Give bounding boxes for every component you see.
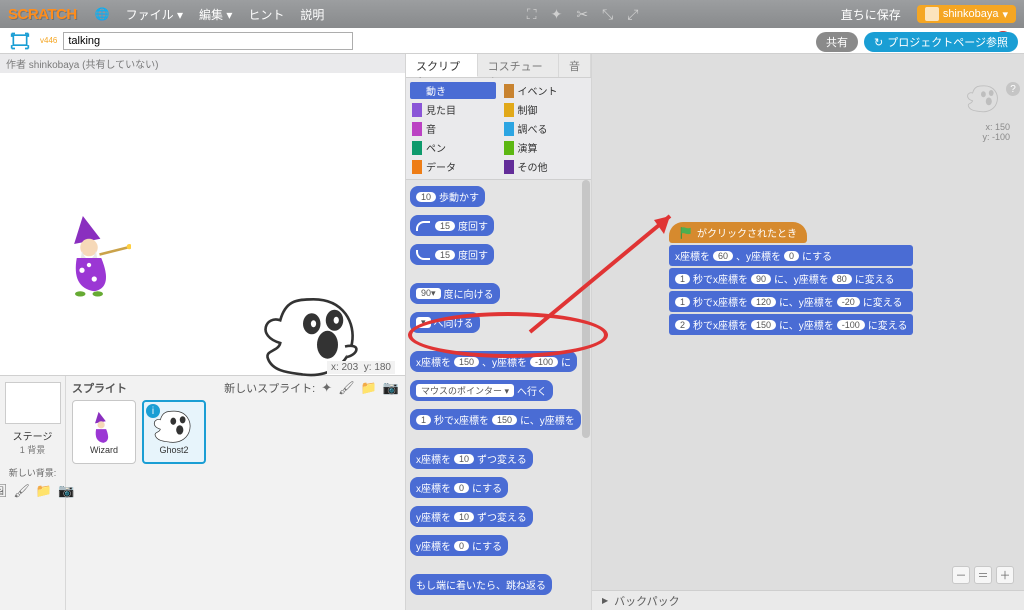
stage[interactable]: x: 203 y: 180 (1, 74, 401, 374)
zoom-controls: － ＝ ＋ (952, 566, 1014, 584)
backpack-bar[interactable]: ▶ バックパック (592, 590, 1024, 610)
hints-menu[interactable]: ヒント (248, 6, 284, 23)
project-title-input[interactable] (63, 32, 353, 50)
sprite-tile-wizard[interactable]: Wizard (72, 400, 136, 464)
palette-scrollbar[interactable] (582, 180, 590, 438)
block-move-steps[interactable]: 10歩動かす (410, 186, 485, 207)
shrink-icon[interactable]: ⤢ (627, 6, 638, 23)
block-point-direction[interactable]: 90▾度に向ける (410, 283, 500, 304)
zoom-reset-button[interactable]: ＝ (974, 566, 992, 584)
tab-scripts[interactable]: スクリプト (406, 54, 478, 77)
block-goto-xy[interactable]: x座標を150 、y座標を-100 に (410, 351, 577, 372)
block-glide[interactable]: 1秒でx座標を 150に、y座標を (410, 409, 581, 430)
stage-label: ステージ (4, 428, 61, 443)
block-set-y[interactable]: y座標を0にする (410, 535, 508, 556)
sprite-camera-icon[interactable]: 📷 (383, 380, 399, 396)
block-change-y[interactable]: y座標を10ずつ変える (410, 506, 533, 527)
wizard-sprite[interactable] (61, 209, 131, 297)
backdrop-upload-icon[interactable]: 📁 (36, 483, 52, 499)
backdrop-library-icon[interactable]: 🖼 (0, 483, 7, 499)
tab-costumes[interactable]: コスチューム (478, 54, 559, 77)
globe-icon[interactable]: 🌐 (95, 7, 110, 21)
save-now[interactable]: 直ちに保存 (841, 6, 901, 23)
author-line: 作者 shinkobaya (共有していない) (0, 54, 405, 73)
sprite-paint-icon[interactable]: 🖌 (338, 380, 355, 396)
cat-sensing[interactable]: 調べる (502, 120, 588, 137)
stage-thumbnail[interactable] (5, 382, 61, 424)
new-backdrop-label: 新しい背景: (4, 466, 61, 479)
backdrop-paint-icon[interactable]: 🖌 (13, 483, 30, 499)
share-button[interactable]: 共有 (816, 32, 858, 52)
duplicate-icon[interactable]: ✦ (551, 6, 563, 23)
block-categories: 動き イベント 見た目 制御 音 調べる ペン 演算 データ その他 (406, 78, 591, 180)
scripts-area[interactable]: x: 150y: -100 ? がクリックされたとき x座標を60 、y座標を0… (592, 54, 1024, 610)
sprites-label: スプライト (72, 380, 127, 396)
sprite-name: Ghost2 (159, 445, 188, 455)
top-tools: ⛶ ✦ ✂ ⤡ ⤢ (332, 6, 832, 23)
cat-sound[interactable]: 音 (410, 120, 496, 137)
backpack-toggle-icon: ▶ (602, 596, 608, 605)
cat-operators[interactable]: 演算 (502, 139, 588, 156)
current-sprite-icon (966, 84, 1002, 114)
hat-when-flag-clicked[interactable]: がクリックされたとき (669, 222, 807, 243)
username: shinkobaya (943, 8, 999, 20)
sprite-info-icon[interactable]: i (146, 404, 160, 418)
block-goto-mouse[interactable]: マウスのポインター ▾へ行く (410, 380, 553, 401)
zoom-out-button[interactable]: － (952, 566, 970, 584)
help-icon[interactable]: ? (1006, 82, 1020, 96)
block-change-x[interactable]: x座標を10ずつ変える (410, 448, 533, 469)
cat-events[interactable]: イベント (502, 82, 588, 99)
fullscreen-icon[interactable] (6, 30, 34, 52)
sprite-library-icon[interactable]: ✦ (321, 380, 332, 396)
block-turn-ccw[interactable]: 15度回す (410, 244, 494, 265)
cat-data[interactable]: データ (410, 158, 496, 175)
refresh-icon: ↻ (874, 36, 883, 49)
scratch-logo[interactable]: SCRATCH (8, 6, 77, 23)
project-page-label: プロジェクトページ参照 (887, 34, 1008, 50)
cat-motion[interactable]: 動き (410, 82, 496, 99)
script-block-3[interactable]: 1秒でx座標を120 に、y座標を-20に変える (669, 291, 913, 312)
top-menu-bar: SCRATCH 🌐 ファイル ▾ 編集 ▾ ヒント 説明 ⛶ ✦ ✂ ⤡ ⤢ 直… (0, 0, 1024, 28)
sprite-name: Wizard (90, 445, 118, 455)
backpack-label: バックパック (614, 593, 679, 609)
script-block-2[interactable]: 1秒でx座標を90 に、y座標を80に変える (669, 268, 913, 289)
cat-more[interactable]: その他 (502, 158, 588, 175)
editor-tabs: スクリプト コスチューム 音 (406, 54, 591, 78)
block-palette[interactable]: 10歩動かす 15度回す 15度回す 90▾度に向ける ▾へ向ける x座標を15… (406, 180, 591, 610)
zoom-in-button[interactable]: ＋ (996, 566, 1014, 584)
script-stack[interactable]: がクリックされたとき x座標を60 、y座標を0 にする 1秒でx座標を90 に… (669, 222, 913, 337)
user-icon (925, 7, 939, 21)
file-menu[interactable]: ファイル ▾ (126, 6, 183, 23)
script-block-1[interactable]: x座標を60 、y座標を0 にする (669, 245, 913, 266)
sprite-position: x: 150y: -100 (982, 122, 1010, 142)
green-flag-icon (679, 226, 693, 240)
chevron-down-icon: ▾ (1002, 8, 1008, 21)
tab-sounds[interactable]: 音 (559, 54, 591, 77)
about-menu[interactable]: 説明 (300, 6, 324, 23)
mouse-coords: x: 203 y: 180 (327, 361, 395, 374)
stamp-icon[interactable]: ⛶ (527, 6, 537, 23)
cat-looks[interactable]: 見た目 (410, 101, 496, 118)
sprite-upload-icon[interactable]: 📁 (361, 380, 377, 396)
sprite-tile-ghost[interactable]: i Ghost2 (142, 400, 206, 464)
delete-icon[interactable]: ✂ (576, 6, 588, 23)
block-point-towards[interactable]: ▾へ向ける (410, 312, 480, 333)
version-tag: v446 (40, 36, 57, 45)
cat-pen[interactable]: ペン (410, 139, 496, 156)
new-sprite-label: 新しいスプライト: (224, 380, 315, 396)
grow-icon[interactable]: ⤡ (602, 6, 613, 23)
user-menu[interactable]: shinkobaya ▾ (917, 5, 1016, 23)
block-set-x[interactable]: x座標を0にする (410, 477, 508, 498)
stage-backdrop-count: 1 背景 (4, 443, 61, 456)
project-page-button[interactable]: ↻ プロジェクトページ参照 (864, 32, 1018, 52)
block-turn-cw[interactable]: 15度回す (410, 215, 494, 236)
cat-control[interactable]: 制御 (502, 101, 588, 118)
block-bounce[interactable]: もし端に着いたら、跳ね返る (410, 574, 552, 595)
script-block-4[interactable]: 2秒でx座標を150 に、y座標を-100に変える (669, 314, 913, 335)
edit-menu[interactable]: 編集 ▾ (199, 6, 232, 23)
